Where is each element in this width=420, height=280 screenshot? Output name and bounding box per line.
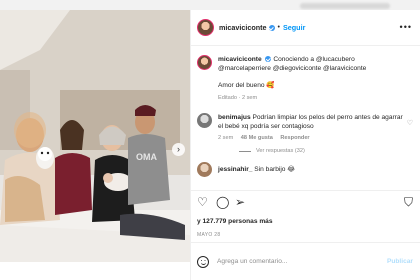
comment-item: jessinahir_ Sin barbijo 😂 xyxy=(197,162,415,177)
view-replies-label: Ver respuestas (32) xyxy=(256,148,305,154)
author-avatar[interactable] xyxy=(197,19,214,36)
caption-username[interactable]: micaviciconte xyxy=(218,56,262,63)
svg-text:OMA: OMA xyxy=(136,152,157,162)
post-header: micaviciconte • Seguir ••• xyxy=(191,10,420,46)
verified-icon xyxy=(268,24,275,31)
comment-time: 2 sem xyxy=(218,135,234,141)
likes-count[interactable]: y 127.779 personas más xyxy=(197,218,273,225)
bookmark-icon[interactable]: ⛉ xyxy=(404,196,413,208)
share-icon[interactable]: ➢ xyxy=(235,196,245,208)
more-icon[interactable]: ••• xyxy=(400,22,412,32)
comment-likes[interactable]: 48 Me gusta xyxy=(241,135,273,141)
caption-meta: Editado · 2 sem xyxy=(218,95,258,101)
post-actions: ♡ ◯ ➢ ⛉ xyxy=(191,190,420,214)
commenter-avatar[interactable] xyxy=(197,113,212,128)
family-photo: OMA xyxy=(0,10,190,262)
post-photo[interactable]: OMA › xyxy=(0,10,190,262)
author-username[interactable]: micaviciconte xyxy=(219,23,267,32)
comment-text: Sin barbijo 😂 xyxy=(254,166,295,173)
comment-input[interactable] xyxy=(217,258,367,265)
caption: micaviciconte Conociendo a @lucacubero @… xyxy=(197,55,415,103)
replies-line xyxy=(239,150,251,152)
commenter-avatar[interactable] xyxy=(197,162,212,177)
follow-button[interactable]: Seguir xyxy=(283,23,305,32)
view-replies-button[interactable]: Ver respuestas (32) xyxy=(239,148,415,154)
comment-item: benimajus Podrían limpiar los pelos del … xyxy=(197,113,415,143)
publish-button[interactable]: Publicar xyxy=(387,258,413,265)
reply-button[interactable]: Responder xyxy=(280,135,309,141)
browser-top-strip xyxy=(0,0,420,10)
like-icon[interactable]: ♡ xyxy=(197,196,208,208)
caption-avatar[interactable] xyxy=(197,55,212,70)
comment-icon[interactable]: ◯ xyxy=(216,196,229,208)
caption-text-line2: @marcelaperriere @diegoviciconte @laravi… xyxy=(218,65,367,72)
caption-text-line1: Conociendo a @lucacubero xyxy=(273,56,355,63)
post-date: MAYO 28 xyxy=(197,232,221,238)
caption-text2: Amor del bueno 🥰 xyxy=(218,82,275,89)
comments-list[interactable]: micaviciconte Conociendo a @lucacubero @… xyxy=(191,47,420,190)
comment-username[interactable]: benimajus xyxy=(218,114,251,121)
separator-dot: • xyxy=(277,24,280,31)
emoji-icon[interactable] xyxy=(197,255,209,268)
verified-icon xyxy=(265,56,272,63)
blurred-username xyxy=(300,3,390,9)
carousel-next-button[interactable]: › xyxy=(172,143,185,156)
post-side-panel: micaviciconte • Seguir ••• micaviciconte… xyxy=(190,10,420,280)
add-comment-bar: Publicar xyxy=(191,242,420,280)
comment-like-icon[interactable]: ♡ xyxy=(407,119,413,127)
comment-username[interactable]: jessinahir_ xyxy=(218,166,252,173)
